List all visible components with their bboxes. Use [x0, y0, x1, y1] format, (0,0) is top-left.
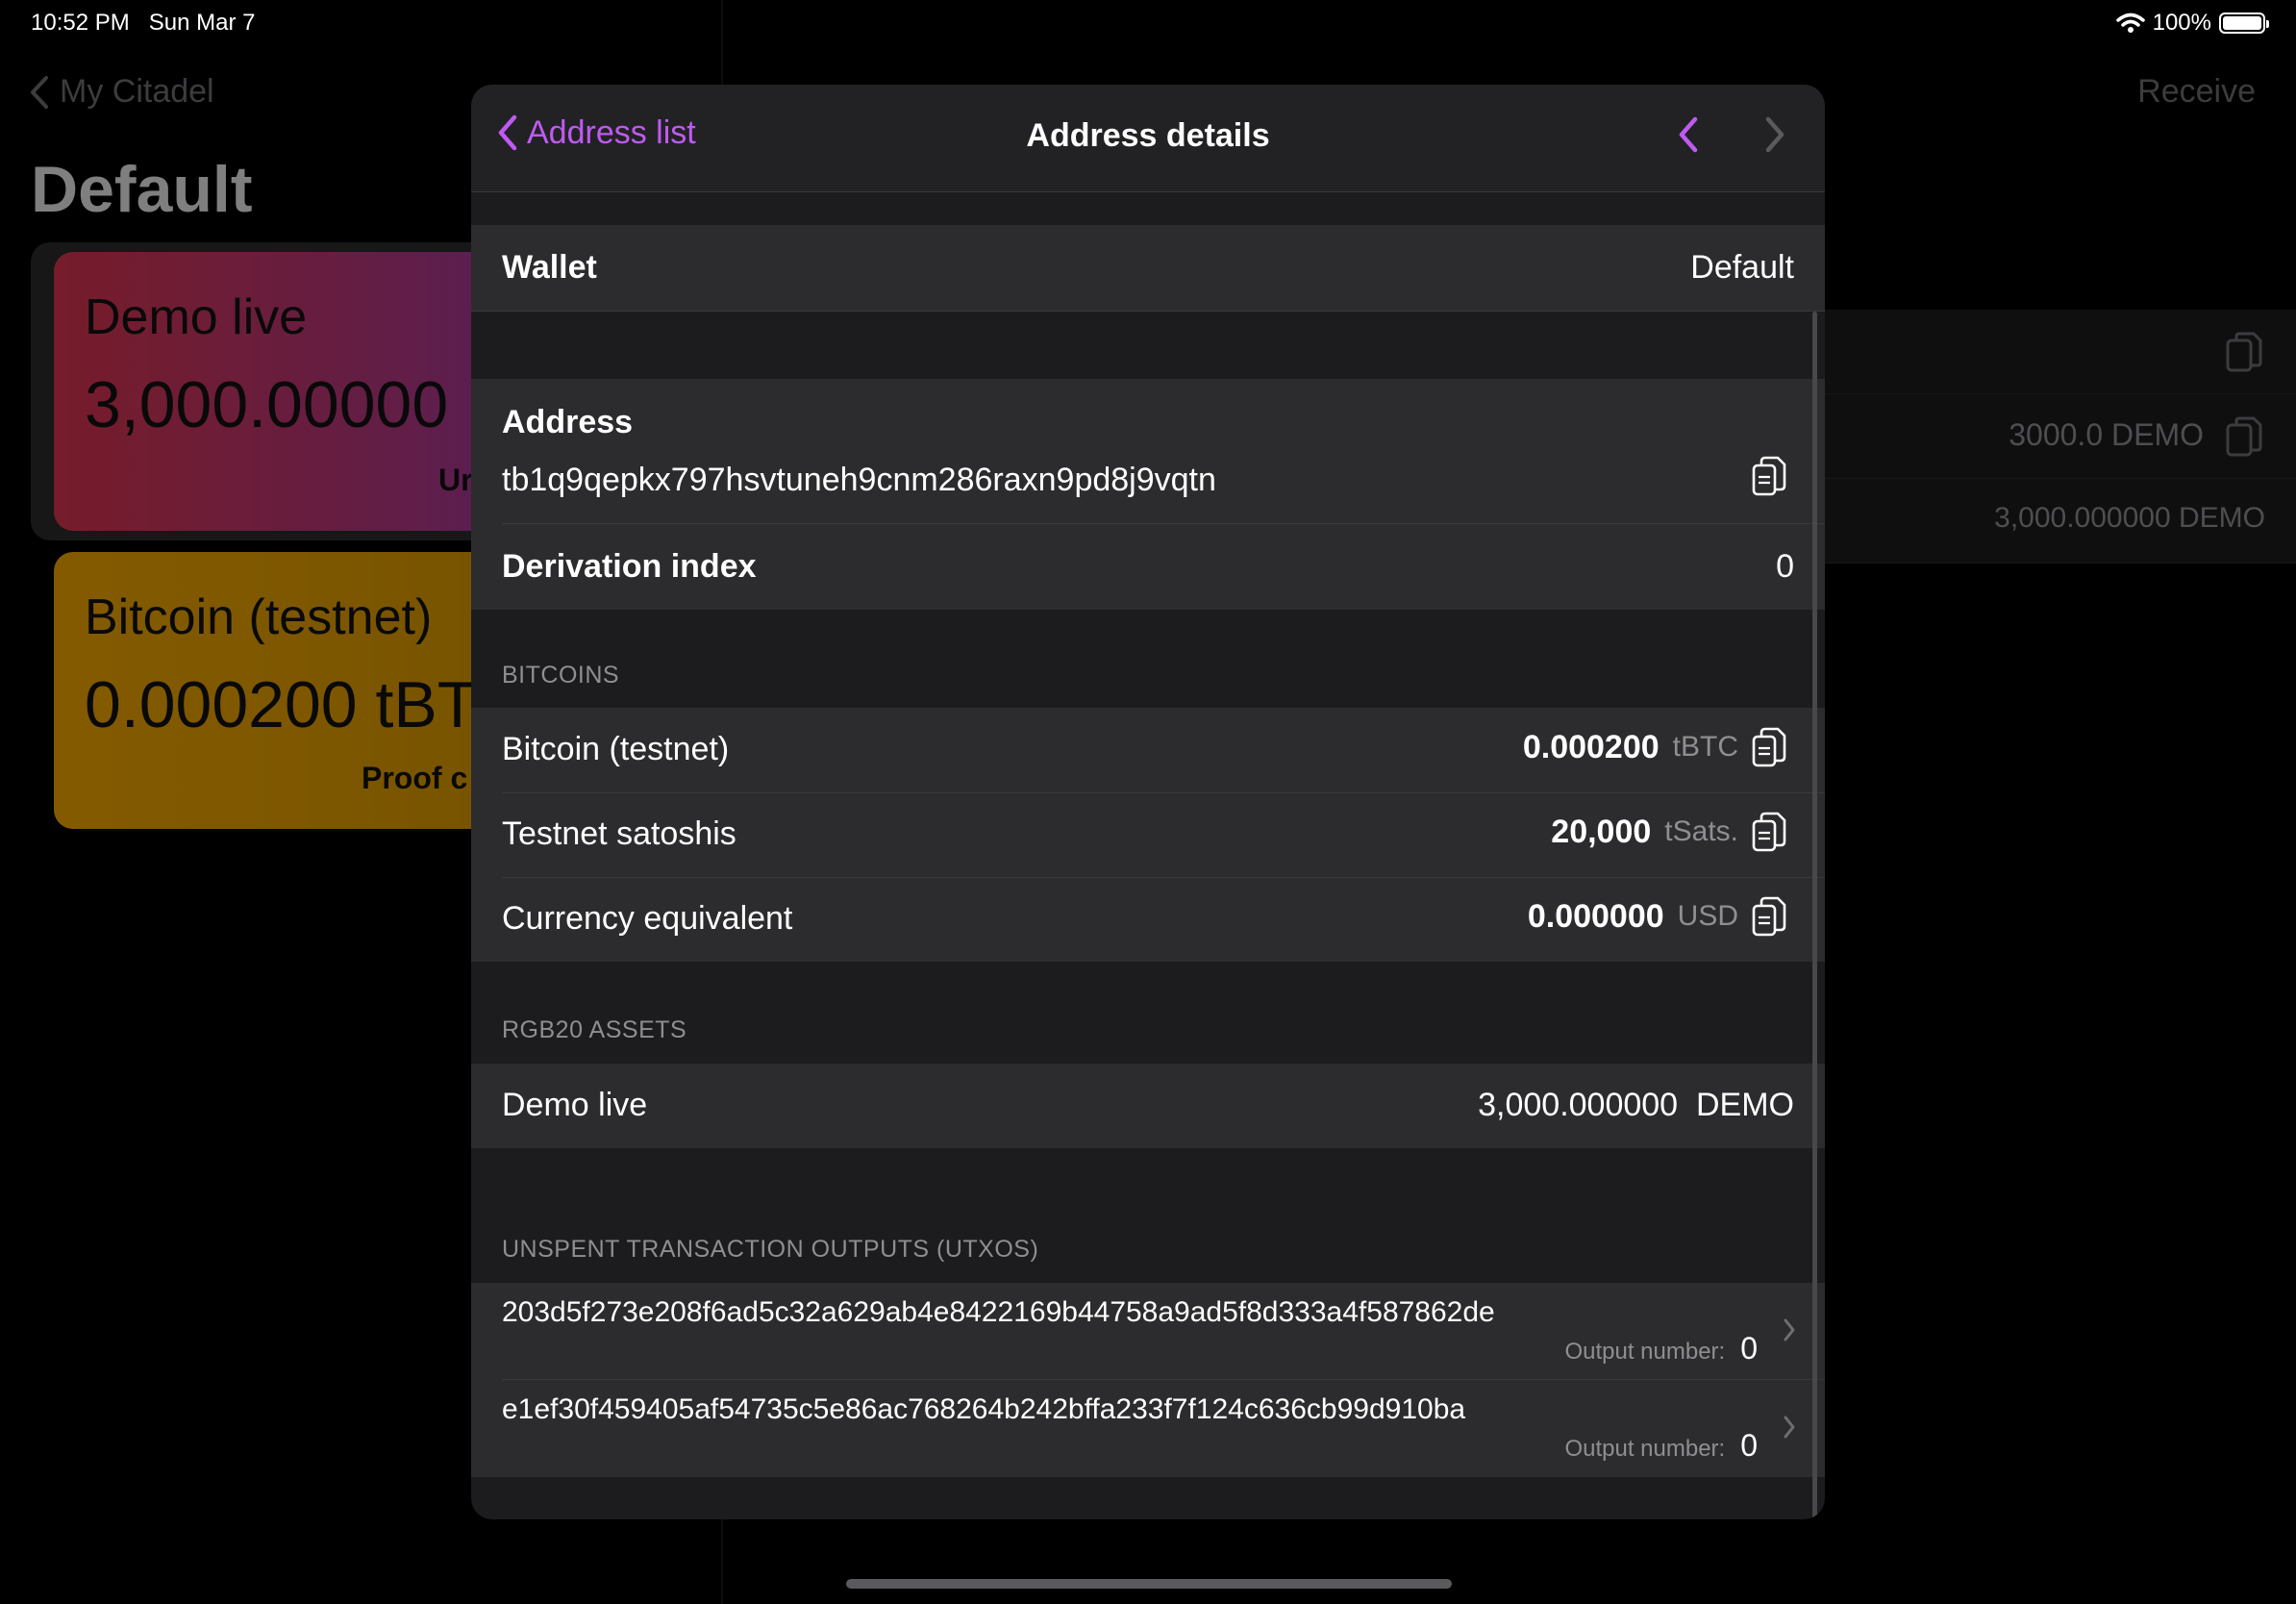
status-date: Sun Mar 7	[148, 10, 256, 36]
currency-equivalent-label: Currency equivalent	[502, 900, 793, 937]
utxo-group: 203d5f273e208f6ad5c32a629ab4e8422169b447…	[471, 1283, 1825, 1477]
copy-icon[interactable]	[1752, 456, 1786, 496]
receive-button[interactable]: Receive	[2137, 73, 2256, 111]
amount-value: 20,000	[1551, 813, 1652, 850]
bitcoins-group: Bitcoin (testnet) 0.000200 tBTC Testnet …	[471, 708, 1825, 962]
wallet-row: Wallet Default	[471, 225, 1825, 312]
bg-detail-row: 3,000.000000 DEMO	[1819, 479, 2296, 564]
derivation-value: 0	[1776, 548, 1794, 585]
status-clock: 10:52 PM	[31, 10, 130, 36]
address-details-sheet: Address list Address details Wallet Defa…	[471, 85, 1825, 1519]
bg-row-value: 3000.0 DEMO	[2009, 417, 2204, 452]
copy-icon[interactable]	[1752, 896, 1786, 937]
scrollbar[interactable]	[1812, 312, 1817, 1519]
address-label: Address	[502, 404, 634, 440]
card-name: Bitcoin (testnet)	[85, 589, 433, 645]
rgb20-asset-row[interactable]: Demo live 3,000.000000 DEMO	[471, 1064, 1825, 1148]
nav-bar: Address list Address details	[471, 85, 1825, 192]
output-number-label: Output number:	[1564, 1436, 1726, 1462]
chevron-left-icon	[31, 75, 48, 109]
chevron-right-icon	[1784, 1318, 1795, 1341]
card-amount: 0.000200 tBT	[85, 668, 478, 741]
status-indicators: 100%	[2115, 10, 2269, 37]
bitcoin-testnet-amount: 0.000200 tBTC	[1523, 727, 1786, 767]
amount-unit: tBTC	[1672, 731, 1738, 763]
derivation-label: Derivation index	[502, 548, 757, 585]
wallet-title: Default	[31, 153, 253, 226]
asset-name: Demo live	[502, 1087, 648, 1123]
section-header-utxos: UNSPENT TRANSACTION OUTPUTS (UTXOS)	[502, 1236, 1039, 1263]
card-subtitle: Proof c	[362, 761, 468, 795]
amount-unit: tSats.	[1664, 815, 1738, 847]
back-to-citadel-button[interactable]: My Citadel	[29, 73, 214, 111]
row-separator	[502, 523, 1825, 524]
bg-detail-row: 3000.0 DEMO	[1819, 394, 2296, 479]
utxo-output: Output number: 0	[1564, 1428, 1758, 1464]
amount-value: 0.000200	[1522, 728, 1660, 765]
wifi-icon	[2115, 13, 2145, 33]
previous-address-button[interactable]	[1677, 115, 1700, 154]
card-name: Demo live	[85, 289, 308, 345]
page-title: Address details	[1026, 117, 1270, 154]
next-address-button[interactable]	[1763, 115, 1786, 154]
testnet-satoshis-amount: 20,000 tSats.	[1551, 812, 1786, 852]
address-group: Address tb1q9qepkx797hsvtuneh9cnm286raxn…	[471, 379, 1825, 610]
output-number-label: Output number:	[1564, 1339, 1726, 1365]
wallet-label: Wallet	[502, 249, 597, 286]
copy-icon[interactable]	[1752, 812, 1786, 852]
bitcoin-testnet-label: Bitcoin (testnet)	[502, 731, 730, 767]
utxo-txid: 203d5f273e208f6ad5c32a629ab4e8422169b447…	[502, 1296, 1495, 1328]
battery-icon	[2219, 13, 2269, 34]
chevron-right-icon	[1784, 1416, 1795, 1439]
amount-value: 0.000000	[1527, 897, 1664, 935]
output-number-value: 0	[1740, 1428, 1758, 1463]
battery-percent: 100%	[2152, 10, 2211, 36]
output-number-value: 0	[1740, 1331, 1758, 1366]
address-value[interactable]: tb1q9qepkx797hsvtuneh9cnm286raxn9pd8j9vq…	[502, 462, 1216, 499]
utxo-row[interactable]: 203d5f273e208f6ad5c32a629ab4e8422169b447…	[471, 1283, 1825, 1379]
back-label: My Citadel	[60, 73, 214, 110]
section-header-rgb20: RGB20 ASSETS	[502, 1016, 687, 1043]
copy-icon[interactable]	[2225, 415, 2263, 458]
card-subtitle: Ur	[438, 463, 473, 497]
section-header-bitcoins: BITCOINS	[502, 662, 620, 689]
copy-icon[interactable]	[2225, 331, 2263, 373]
bg-row-value: 3,000.000000 DEMO	[1994, 502, 2265, 534]
screen: My Citadel Default Receive Demo live 3,0…	[0, 0, 2296, 1604]
wallet-value: Default	[1690, 249, 1794, 286]
testnet-satoshis-label: Testnet satoshis	[502, 815, 736, 852]
amount-unit: USD	[1677, 900, 1738, 932]
utxo-output: Output number: 0	[1564, 1331, 1758, 1366]
asset-balance: 3,000.000000 DEMO	[1478, 1087, 1794, 1123]
copy-icon[interactable]	[1752, 727, 1786, 767]
utxo-row[interactable]: e1ef30f459405af54735c5e86ac768264b242bff…	[471, 1380, 1825, 1477]
utxo-txid: e1ef30f459405af54735c5e86ac768264b242bff…	[502, 1393, 1466, 1425]
bg-detail-row	[1819, 310, 2296, 394]
home-indicator[interactable]	[846, 1579, 1452, 1589]
currency-equivalent-amount: 0.000000 USD	[1528, 896, 1786, 937]
card-amount: 3,000.00000	[85, 368, 449, 441]
row-separator	[502, 877, 1825, 878]
details-list[interactable]: Wallet Default Address tb1q9qepkx797hsvt…	[471, 192, 1825, 1519]
row-separator	[502, 792, 1825, 793]
status-time: 10:52 PM Sun Mar 7	[31, 10, 255, 37]
